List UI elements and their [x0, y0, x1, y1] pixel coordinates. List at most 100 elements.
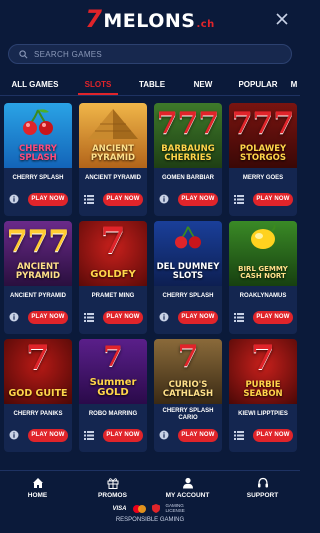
game-card: BIRL GEMMY CASH NORT ROAKLYNAMUS PLAY NO…: [229, 221, 297, 334]
game-art-title: ANCIENT PYRAMID: [15, 262, 61, 281]
game-thumbnail[interactable]: 777 BARBAUNG CHERRIES: [154, 103, 222, 168]
game-art-title: PURBIE SEABON: [243, 380, 283, 399]
play-now-button[interactable]: PLAY NOW: [253, 428, 293, 442]
game-title: KIEWI LIPPTPIES: [238, 411, 288, 418]
game-title: CHERRY SPLASH: [12, 175, 64, 182]
cherry-icon: [175, 226, 201, 249]
pyramid-icon: [88, 109, 138, 139]
seven-symbol: 777: [156, 106, 220, 141]
game-thumbnail[interactable]: DEL DUMNEY SLOTS: [154, 221, 222, 286]
game-thumbnail[interactable]: ANCIENT PYRAMID: [79, 103, 147, 168]
game-thumbnail[interactable]: 777 POLAWEY STORGOS: [229, 103, 297, 168]
cherry-icon: [23, 109, 53, 135]
play-now-button[interactable]: PLAY NOW: [178, 428, 218, 442]
logo-name: MELONS: [103, 10, 196, 32]
game-art-title: POLAWEY STORGOS: [239, 144, 287, 163]
payment-logos: VISA GAMING LICENSE: [0, 503, 300, 514]
game-thumbnail[interactable]: BIRL GEMMY CASH NORT: [229, 221, 297, 286]
game-art-title: BIRL GEMMY CASH NORT: [238, 265, 288, 280]
game-card: 7 GOLDFY PRAMET MING PLAY NOW: [79, 221, 147, 334]
play-now-button[interactable]: PLAY NOW: [253, 192, 293, 206]
logo[interactable]: 7 MELONS .ch: [85, 5, 215, 33]
game-title: CHERRY SPLASH: [162, 293, 214, 300]
tab-table[interactable]: TABLE: [126, 72, 178, 95]
gaming-license: GAMING LICENSE: [165, 503, 185, 513]
mastercard-icon: [132, 504, 146, 513]
logo-tld: .ch: [196, 19, 215, 30]
nav-promos[interactable]: PROMOS: [78, 477, 148, 499]
game-thumbnail[interactable]: 777 ANCIENT PYRAMID: [4, 221, 72, 286]
tab-slots[interactable]: SLOTS: [70, 72, 126, 95]
game-art-title: GOD GUITE: [8, 387, 68, 399]
nav-my-account[interactable]: MY ACCOUNT: [153, 477, 223, 499]
headset-icon: [257, 477, 268, 488]
play-now-button[interactable]: PLAY NOW: [28, 310, 68, 324]
game-title: ANCIENT PYRAMID: [9, 293, 66, 300]
close-icon[interactable]: [274, 11, 290, 27]
game-art-title: ANCIENT PYRAMID: [90, 144, 136, 163]
game-thumbnail[interactable]: 7 Summer GOLD: [79, 339, 147, 404]
game-card: 7 CURIO'S CATHLASH CHERRY SPLASH CARIO P…: [154, 339, 222, 452]
game-art-title: CURIO'S CATHLASH: [162, 380, 214, 399]
game-title: CHERRY SPLASH CARIO: [162, 407, 214, 421]
info-icon[interactable]: [158, 311, 170, 323]
game-title: ROBO MARRING: [88, 411, 138, 418]
info-icon[interactable]: [158, 193, 170, 205]
play-now-button[interactable]: PLAY NOW: [28, 428, 68, 442]
info-icon[interactable]: [8, 193, 20, 205]
game-thumbnail[interactable]: 7 CURIO'S CATHLASH: [154, 339, 222, 404]
game-thumbnail[interactable]: CHERRY SPLASH: [4, 103, 72, 168]
list-icon[interactable]: [83, 429, 95, 441]
game-art-title: DEL DUMNEY SLOTS: [156, 262, 220, 281]
play-now-button[interactable]: PLAY NOW: [28, 192, 68, 206]
game-thumbnail[interactable]: 7 GOLDFY: [79, 221, 147, 286]
game-art-title: CHERRY SPLASH: [19, 144, 57, 163]
play-now-button[interactable]: PLAY NOW: [103, 428, 143, 442]
tab-more[interactable]: M: [288, 72, 300, 95]
game-card: 7 Summer GOLD ROBO MARRING PLAY NOW: [79, 339, 147, 452]
game-card: 7 GOD GUITE CHERRY PANIKS PLAY NOW: [4, 339, 72, 452]
list-icon[interactable]: [233, 429, 245, 441]
play-now-button[interactable]: PLAY NOW: [103, 192, 143, 206]
tab-popular[interactable]: POPULAR: [228, 72, 288, 95]
list-icon[interactable]: [83, 311, 95, 323]
list-icon[interactable]: [233, 311, 245, 323]
nav-home[interactable]: HOME: [3, 477, 73, 499]
game-thumbnail[interactable]: 7 PURBIE SEABON: [229, 339, 297, 404]
game-title: GOMEN BARBIAR: [162, 175, 214, 182]
bottom-nav: HOME PROMOS MY ACCOUNT SUPPORT VISA GAMI…: [0, 470, 300, 533]
tab-all-games[interactable]: ALL GAMES: [0, 72, 70, 95]
shield-icon: [151, 504, 160, 514]
responsible-gaming-link[interactable]: RESPONSIBLE GAMING: [0, 517, 300, 523]
nav-support[interactable]: SUPPORT: [228, 477, 298, 499]
game-title: ROAKLYNAMUS: [239, 293, 287, 300]
visa-logo: VISA: [112, 505, 127, 512]
category-tabs: ALL GAMES SLOTS TABLE NEW POPULAR M: [0, 72, 300, 96]
user-icon: [182, 477, 193, 489]
seven-symbol: 7: [103, 340, 123, 373]
game-title: ANCIENT PYRAMID: [84, 175, 141, 182]
list-icon[interactable]: [233, 193, 245, 205]
nav-support-label: SUPPORT: [246, 492, 279, 499]
tab-new[interactable]: NEW: [178, 72, 228, 95]
list-icon[interactable]: [83, 193, 95, 205]
info-icon[interactable]: [8, 429, 20, 441]
game-title: MERRY GOES: [242, 175, 284, 182]
game-card: 777 POLAWEY STORGOS MERRY GOES PLAY NOW: [229, 103, 297, 216]
game-title: CHERRY PANIKS: [13, 411, 63, 418]
lemon-icon: [251, 225, 276, 249]
play-now-button[interactable]: PLAY NOW: [253, 310, 293, 324]
info-icon[interactable]: [8, 311, 20, 323]
info-icon[interactable]: [158, 429, 170, 441]
game-grid: CHERRY SPLASH CHERRY SPLASH PLAY NOW ANC…: [0, 96, 300, 457]
seven-symbol: 7: [251, 339, 275, 378]
game-thumbnail[interactable]: 7 GOD GUITE: [4, 339, 72, 404]
play-now-button[interactable]: PLAY NOW: [103, 310, 143, 324]
play-now-button[interactable]: PLAY NOW: [178, 192, 218, 206]
search-input[interactable]: [34, 49, 254, 59]
seven-symbol: 7: [177, 339, 199, 374]
search-bar[interactable]: [8, 44, 292, 64]
gift-icon: [107, 478, 118, 489]
game-card: 777 BARBAUNG CHERRIES GOMEN BARBIAR PLAY…: [154, 103, 222, 216]
play-now-button[interactable]: PLAY NOW: [178, 310, 218, 324]
